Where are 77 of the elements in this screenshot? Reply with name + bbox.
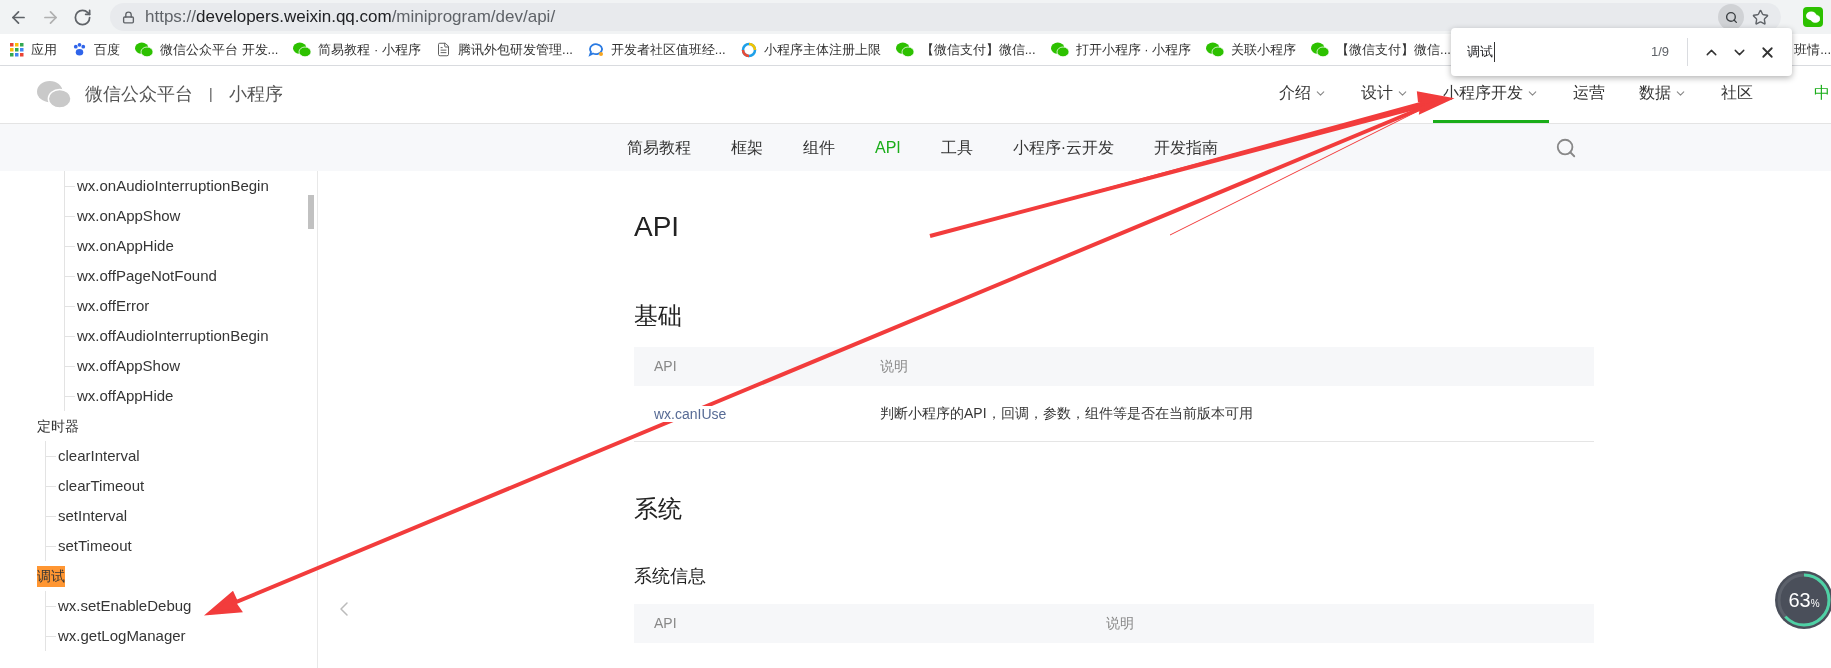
sidebar-link[interactable]: setInterval: [58, 504, 128, 528]
subnav-tab[interactable]: 小程序·云开发: [1012, 135, 1115, 160]
wechat-icon: [1206, 41, 1225, 58]
wechat-icon: [293, 41, 312, 58]
api-link[interactable]: wx.canIUse: [654, 405, 727, 422]
paw-icon: [72, 42, 87, 57]
sidebar-link[interactable]: wx.onAppHide: [77, 234, 174, 258]
bookmark-link[interactable]: 百度: [94, 39, 120, 60]
sidebar-link[interactable]: wx.offAppHide: [77, 384, 174, 408]
scrollbar-thumb[interactable]: [308, 195, 314, 229]
sidebar-link[interactable]: wx.onAudioInterruptionBegin: [77, 174, 269, 198]
sidebar-link[interactable]: wx.getLogManager: [58, 624, 186, 648]
bookmark-star-icon[interactable]: [1752, 8, 1769, 26]
subnav-tab[interactable]: 组件: [803, 135, 835, 160]
document-icon: [436, 42, 451, 57]
bookmark-link[interactable]: 打开小程序 · 小程序: [1075, 39, 1192, 60]
sidebar-link[interactable]: wx.onAppShow: [77, 204, 181, 228]
chat-bubble-icon: [587, 41, 604, 58]
sidebar-group-label[interactable]: 调试: [37, 565, 65, 587]
table-cell-text: 判断小程序的API，回调，参数，组件等是否在当前版本可用: [879, 404, 1254, 423]
sidebar-link[interactable]: wx.offError: [77, 294, 150, 318]
bookmark-link[interactable]: 腾讯外包研发管理...: [458, 39, 573, 60]
lock-icon: [122, 10, 135, 24]
find-in-page-icon[interactable]: [1718, 4, 1744, 30]
subnav-tab[interactable]: 简易教程: [627, 135, 691, 160]
search-icon[interactable]: [1555, 136, 1577, 159]
page-title: API: [634, 210, 681, 244]
find-input[interactable]: 调试: [1467, 42, 1495, 62]
sidebar-link[interactable]: clearInterval: [58, 444, 140, 468]
nav-link[interactable]: 运营: [1563, 66, 1615, 123]
section-heading: 基础: [634, 301, 683, 331]
subsection-heading: 系统信息: [634, 565, 707, 588]
reload-icon: [72, 7, 92, 27]
subnav-tab[interactable]: 开发指南: [1154, 135, 1219, 160]
brand-title[interactable]: 微信公众平台: [85, 81, 193, 108]
sidebar-link[interactable]: wx.setEnableDebug: [58, 594, 192, 618]
bookmark-link[interactable]: 应用: [31, 39, 57, 60]
subnav-tab[interactable]: 框架: [731, 135, 763, 160]
ring-logo-icon: [740, 41, 757, 58]
product-title[interactable]: 小程序: [228, 81, 283, 108]
bookmark-link[interactable]: 微信公众平台 开发...: [160, 39, 279, 60]
nav-link[interactable]: 社区: [1711, 66, 1763, 123]
percent-value: 63%: [1788, 588, 1820, 613]
bookmark-link[interactable]: 小程序主体注册上限: [763, 39, 881, 60]
bookmark-link[interactable]: 班情...: [1794, 39, 1831, 60]
bookmark-link[interactable]: 【微信支付】微信...: [1336, 39, 1451, 60]
wechat-icon: [1311, 41, 1330, 58]
brand-separator: |: [209, 85, 213, 104]
nav-link[interactable]: 数据: [1629, 66, 1697, 123]
match-count: 1/9: [1650, 43, 1669, 62]
nav-link[interactable]: 介绍: [1269, 66, 1337, 123]
section-heading: 系统: [634, 494, 683, 524]
column-header: API: [653, 614, 678, 633]
wechat-logo-icon: [1806, 11, 1820, 23]
sidebar-link[interactable]: wx.offPageNotFound: [77, 264, 217, 288]
wechat-icon: [895, 41, 914, 58]
bookmark-link[interactable]: 简易教程 · 小程序: [318, 39, 421, 60]
wechat-icon: [1050, 41, 1069, 58]
wechat-icon: [135, 41, 153, 58]
address-bar[interactable]: https://developers.weixin.qq.com/miniprogram/dev/api/: [110, 3, 1781, 31]
apps-grid-icon: [10, 42, 24, 57]
bookmark-link[interactable]: 【微信支付】微信...: [920, 39, 1036, 60]
nav-link[interactable]: 设计: [1351, 66, 1419, 123]
sidebar-link[interactable]: wx.offAudioInterruptionBegin: [77, 324, 269, 348]
sidebar-group-label[interactable]: 定时器: [37, 415, 79, 437]
sidebar-link[interactable]: clearTimeout: [58, 474, 145, 498]
sidebar-link[interactable]: setTimeout: [58, 534, 132, 558]
column-header: 说明: [1105, 614, 1135, 633]
sidebar-link[interactable]: wx.offAppShow: [77, 354, 181, 378]
subnav-tab[interactable]: 工具: [940, 135, 973, 160]
bookmark-link[interactable]: 开发者社区值班经...: [610, 39, 726, 60]
column-header: 说明: [879, 357, 909, 376]
url-text: https://developers.weixin.qq.com/miniprogram/dev/api/: [145, 6, 556, 29]
bookmark-link[interactable]: 关联小程序: [1231, 39, 1297, 60]
wechat-logo-icon: [37, 80, 71, 109]
percent-widget[interactable]: 63%: [1775, 571, 1831, 629]
column-header: API: [653, 357, 678, 376]
